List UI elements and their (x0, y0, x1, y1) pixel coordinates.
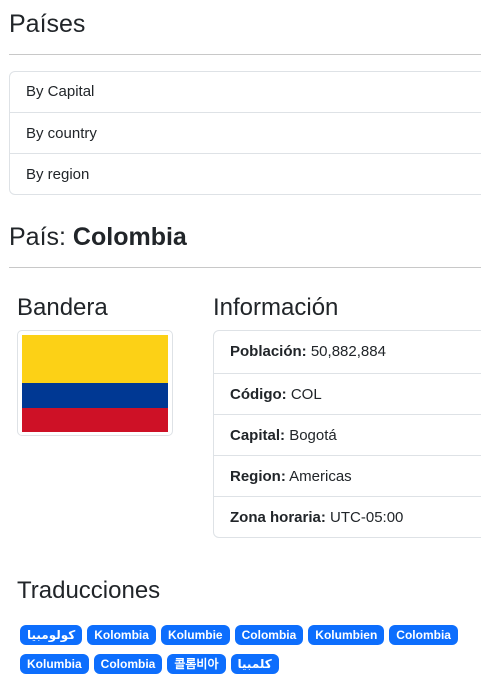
country-name: Colombia (72, 223, 187, 251)
translation-badge: كولومبيا (20, 625, 83, 645)
info-value: COL (290, 386, 322, 403)
translation-badge: Kolumbie (160, 625, 230, 645)
flag-stripe-blue (22, 383, 168, 408)
colombia-flag-image (22, 335, 168, 432)
menu-item-by-capital[interactable]: By Capital (10, 72, 481, 112)
flag-section-title: Bandera (17, 294, 108, 321)
info-value: 50,882,884 (310, 343, 386, 360)
country-heading: País: Colombia (9, 221, 187, 253)
info-value: UTC-05:00 (330, 509, 404, 526)
info-row-capital: Capital: Bogotá (214, 414, 481, 455)
info-section-title: Información (213, 294, 339, 321)
translation-badge: Colombia (234, 625, 304, 645)
info-value: Americas (289, 468, 352, 485)
info-key: Código: (230, 386, 287, 403)
translation-badge: Colombia (93, 654, 163, 674)
translations-badges: كولومبيا Kolombia Kolumbie Colombia Kolumbie… (20, 625, 480, 683)
divider (9, 267, 481, 268)
info-row-code: Código: COL (214, 373, 481, 414)
info-key: Zona horaria: (230, 509, 326, 526)
info-key: Capital: (230, 427, 286, 444)
info-list: Población: 50,882,884 Código: COL Capita… (213, 330, 481, 538)
info-row-population: Población: 50,882,884 (214, 331, 481, 373)
info-key: Region: (230, 468, 286, 485)
page: Países By Capital By country By region P… (0, 0, 481, 688)
flag-stripe-yellow (22, 335, 168, 383)
translation-badge: Kolombia (87, 625, 156, 645)
translation-badge: 콜롬비아 (167, 654, 226, 674)
translations-title: Traducciones (17, 577, 161, 604)
translation-badge: Kolumbia (20, 654, 89, 674)
divider (9, 54, 481, 55)
info-row-region: Region: Americas (214, 455, 481, 496)
menu-item-by-region[interactable]: By region (10, 153, 481, 194)
flag-thumbnail (17, 330, 173, 436)
menu-item-by-country[interactable]: By country (10, 112, 481, 153)
flag-stripe-red (22, 408, 168, 432)
info-value: Bogotá (289, 427, 337, 444)
translation-badge: کلمبیا (230, 654, 279, 674)
app-title: Países (9, 10, 86, 38)
country-heading-prefix: País: (9, 223, 73, 251)
info-row-timezone: Zona horaria: UTC-05:00 (214, 496, 481, 537)
translation-badge: Kolumbien (308, 625, 385, 645)
search-menu: By Capital By country By region (9, 71, 481, 195)
translation-badge: Colombia (389, 625, 458, 645)
info-key: Población: (230, 343, 307, 360)
